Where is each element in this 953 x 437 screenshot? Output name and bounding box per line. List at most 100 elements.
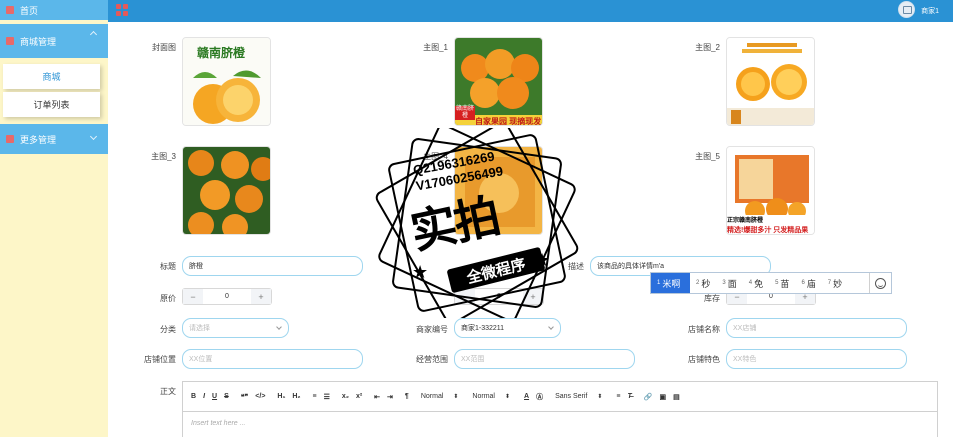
sidebar-item-orders[interactable]: 订单列表 <box>3 92 100 117</box>
sidebar-item-more-management[interactable]: 更多管理 <box>0 124 108 154</box>
body-label: 正文 <box>160 387 176 396</box>
background-color-icon[interactable]: Ⓐ <box>536 392 543 402</box>
merchant-no-label: 商家编号 <box>416 325 448 334</box>
video-icon[interactable]: ▤ <box>673 393 680 401</box>
code-icon[interactable]: </> <box>255 393 265 400</box>
svg-text:★: ★ <box>412 262 428 282</box>
avatar[interactable] <box>898 1 915 18</box>
description-value: 该商品的具体详情m'a <box>597 263 665 270</box>
ime-candidate[interactable]: 6庙 <box>795 273 821 293</box>
original-price-label: 原价 <box>160 294 176 303</box>
ime-candidate[interactable]: 7妙 <box>822 273 848 293</box>
cover-caption: 赣南脐橙 <box>197 46 246 60</box>
header-level-select[interactable]: Normal ⬍ <box>472 393 510 400</box>
submenu: 商城 订单列表 <box>0 58 108 124</box>
shop-feature-placeholder: XX特色 <box>733 356 757 363</box>
select-caret-icon: ⬍ <box>453 394 459 400</box>
main5-caption: 精选!爆甜多汁 只发精品果 <box>727 227 809 234</box>
align-icon[interactable]: ≡ <box>616 393 620 400</box>
main5-tag: 正宗赣南脐橙 <box>727 215 814 224</box>
more-icon <box>6 135 14 143</box>
bold-icon[interactable]: B <box>191 393 196 400</box>
link-icon[interactable]: 🔗 <box>644 393 653 401</box>
main-image-5-label: 主图_5 <box>695 152 720 161</box>
bullet-list-icon[interactable]: ☰ <box>324 393 330 401</box>
main-image-2-label: 主图_2 <box>695 43 720 52</box>
chevron-up-icon <box>89 30 98 39</box>
image-icon[interactable]: ▣ <box>660 393 667 401</box>
ordered-list-icon[interactable]: ≡ <box>313 393 317 400</box>
editor-placeholder: Insert text here ... <box>191 420 246 427</box>
text-color-icon[interactable]: A <box>524 393 529 400</box>
blockquote-icon[interactable]: ❝❞ <box>241 393 249 401</box>
main-image-5[interactable]: 正宗赣南脐橙 精选!爆甜多汁 只发精品果 <box>726 146 815 235</box>
editor-toolbar: B I U S ❝❞ </> H₁ H₂ ≡ ☰ x₂ x² ⇤ ⇥ ¶ Nor… <box>183 382 937 412</box>
main-image-3[interactable] <box>182 146 271 235</box>
text-direction-icon[interactable]: ¶ <box>405 393 409 400</box>
main1-tag: 赣南脐橙 <box>455 106 475 120</box>
outdent-icon[interactable]: ⇤ <box>374 393 380 401</box>
header-size-select[interactable]: Normal ⬍ <box>421 393 459 400</box>
title-input[interactable]: 脐橙 <box>182 256 363 276</box>
header2-icon[interactable]: H₂ <box>292 393 300 400</box>
category-select[interactable]: 请选择 <box>182 318 289 338</box>
ime-candidate[interactable]: 2秒 <box>690 273 716 293</box>
shop-feature-input[interactable]: XX特色 <box>726 349 907 369</box>
original-price-value: 0 <box>225 293 229 300</box>
superscript-icon[interactable]: x² <box>356 393 362 400</box>
sidebar-item-label: 商城管理 <box>20 36 57 47</box>
sidebar-item-label: 首页 <box>20 5 39 16</box>
business-scope-input[interactable]: XX范围 <box>454 349 635 369</box>
main-image-2[interactable] <box>726 37 815 126</box>
sidebar-item-home[interactable]: 首页 <box>0 0 108 20</box>
ime-candidate-bar[interactable]: 1 米啊 2秒 3面 4免 5苗 6庙 7妙 <box>650 272 892 294</box>
increment-button[interactable]: + <box>251 289 271 304</box>
emoji-icon[interactable] <box>869 273 891 293</box>
select-caret-icon: ⬍ <box>504 394 511 400</box>
header-size-value: Normal <box>420 393 444 400</box>
stock-value: 0 <box>769 293 773 300</box>
strike-icon[interactable]: S <box>224 393 229 400</box>
chevron-down-icon <box>89 132 98 141</box>
shop-name-label: 店铺名称 <box>688 325 720 334</box>
subscript-icon[interactable]: x₂ <box>342 393 349 400</box>
ime-candidate[interactable]: 1 米啊 <box>651 273 690 293</box>
shop-name-placeholder: XX店铺 <box>733 325 757 332</box>
cover-image-label: 封面图 <box>152 43 176 52</box>
shop-location-input[interactable]: XX位置 <box>182 349 363 369</box>
cover-image[interactable]: 赣南脐橙 <box>182 37 271 126</box>
home-icon <box>6 6 14 14</box>
sidebar-item-shop-management[interactable]: 商城管理 <box>0 24 108 58</box>
top-bar: 商家1 <box>108 0 953 22</box>
main1-caption: 自家果园 现摘现发 <box>475 117 542 126</box>
header-level-value: Normal <box>472 393 495 400</box>
font-select[interactable]: Sans Serif ⬍ <box>555 393 602 400</box>
italic-icon[interactable]: I <box>203 393 205 400</box>
main-image-1-label: 主图_1 <box>423 43 448 52</box>
original-price-stepper[interactable]: − 0 + <box>182 288 272 305</box>
underline-icon[interactable]: U <box>212 393 217 400</box>
stock-label: 库存 <box>704 294 720 303</box>
rich-text-editor[interactable]: B I U S ❝❞ </> H₁ H₂ ≡ ☰ x₂ x² ⇤ ⇥ ¶ Nor… <box>182 381 938 437</box>
ime-candidate[interactable]: 5苗 <box>769 273 795 293</box>
header1-icon[interactable]: H₁ <box>277 393 285 400</box>
merchant-no-value: 商家1-332211 <box>461 325 505 332</box>
category-placeholder: 请选择 <box>189 325 210 332</box>
main-image-3-label: 主图_3 <box>151 152 176 161</box>
shop-icon <box>6 37 14 45</box>
merchant-no-select[interactable]: 商家1-332211 <box>454 318 561 338</box>
sidebar-item-shop[interactable]: 商城 <box>3 64 100 89</box>
shop-name-input[interactable]: XX店铺 <box>726 318 907 338</box>
user-name[interactable]: 商家1 <box>921 6 939 16</box>
ime-candidate[interactable]: 4免 <box>743 273 769 293</box>
main-image-1[interactable]: 赣南脐橙 自家果园 现摘现发 <box>454 37 543 126</box>
business-scope-placeholder: XX范围 <box>461 356 485 363</box>
decrement-button[interactable]: − <box>183 289 203 304</box>
shop-location-label: 店铺位置 <box>144 355 176 364</box>
menu-grid-icon[interactable] <box>116 4 128 16</box>
chevron-down-icon <box>276 324 282 330</box>
clean-format-icon[interactable]: T̶ <box>628 393 632 400</box>
indent-icon[interactable]: ⇥ <box>387 393 393 401</box>
business-scope-label: 经营范围 <box>416 355 448 364</box>
ime-candidate[interactable]: 3面 <box>716 273 742 293</box>
